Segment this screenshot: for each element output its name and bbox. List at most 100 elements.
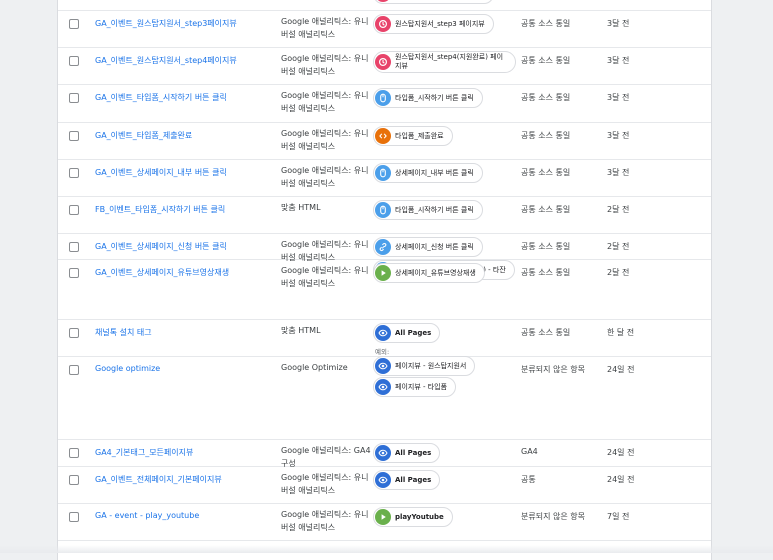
- last-edited: 2달 전: [607, 268, 630, 277]
- tag-folder: 공통 소스 통일: [521, 328, 571, 337]
- tag-name-link[interactable]: Google optimize: [95, 364, 275, 373]
- row-checkbox[interactable]: [69, 93, 79, 103]
- table-row[interactable]: GA_이벤트_상세페이지_유튜브영상재생 Google 애널리틱스: 유니버설 애…: [58, 259, 711, 320]
- tag-folder: 공통: [521, 475, 536, 484]
- tag-folder: 공통 소스 통일: [521, 268, 571, 277]
- trigger-chip[interactable]: All Pages: [373, 470, 441, 490]
- row-checkbox[interactable]: [69, 268, 79, 278]
- trigger-chip[interactable]: 상세페이지_유튜브영상재생: [373, 263, 485, 283]
- table-row[interactable]: GA_이벤트_전체페이지_기본페이지뷰 Google 애널리틱스: 유니버설 애널…: [58, 466, 711, 504]
- tag-name-link[interactable]: GA_이벤트_상세페이지_내부 버튼 클릭: [95, 167, 275, 178]
- table-row[interactable]: Google optimize Google Optimize 분류되지 않은 항목…: [58, 356, 711, 440]
- tag-name-link[interactable]: GA_이벤트_상세페이지_유튜브영상재생: [95, 267, 275, 278]
- tag-type: Google 애널리틱스: 유니 버설 애널리틱스: [281, 52, 373, 78]
- trigger-label: 원스탑지원서_step3 페이지뷰: [395, 19, 485, 28]
- trigger-chip[interactable]: All Pages: [373, 443, 441, 463]
- tag-folder: 공통 소스 통일: [521, 168, 571, 177]
- trigger-chip[interactable]: playYoutube: [373, 507, 453, 527]
- tag-type-line: Google 애널리틱스: 유니: [281, 473, 369, 482]
- trigger-chip[interactable]: 타입폼_시작하기 버튼 클릭: [373, 200, 483, 220]
- tag-name-link[interactable]: GA_이벤트_타입폼_제출완료: [95, 130, 275, 141]
- row-checkbox[interactable]: [69, 328, 79, 338]
- tag-type-line: 버설 애널리틱스: [281, 104, 336, 113]
- tag-name-link[interactable]: GA_이벤트_전체페이지_기본페이지뷰: [95, 474, 275, 485]
- trigger-chip[interactable]: 타입폼_시작하기 버튼 클릭: [373, 88, 483, 108]
- last-edited: 2달 전: [607, 205, 630, 214]
- tag-folder: 공통 소스 통일: [521, 19, 571, 28]
- last-edited: 7일 전: [607, 512, 630, 521]
- tag-type: 맞춤 HTML: [281, 201, 373, 214]
- table-row[interactable]: GA_이벤트_타입폼_제출완료 Google 애널리틱스: 유니 버설 애널리틱스 타…: [58, 122, 711, 160]
- trigger-chip[interactable]: 상세페이지_내부 버튼 클릭: [373, 163, 483, 183]
- tag-type-line: Google 애널리틱스: 유니: [281, 91, 369, 100]
- table-row[interactable]: GA - event - play_youtube Google 애널리틱스: 유…: [58, 503, 711, 541]
- tag-name-link[interactable]: GA_이벤트_원스탑지원서_step3페이지뷰: [95, 18, 275, 29]
- tag-type: Google Optimize: [281, 361, 373, 374]
- trigger-label: 상세페이지_내부 버튼 클릭: [395, 168, 474, 177]
- tag-name-link[interactable]: GA_이벤트_원스탑지원서_step4페이지뷰: [95, 55, 275, 66]
- row-checkbox[interactable]: [69, 19, 79, 29]
- link-icon: [375, 239, 391, 255]
- tag-name-link[interactable]: GA - event - play_youtube: [95, 511, 275, 520]
- tag-type: Google 애널리틱스: 유니버설 애널리틱스: [281, 264, 373, 290]
- row-checkbox[interactable]: [69, 56, 79, 66]
- tag-name-link[interactable]: GA4_기본태그_모든페이지뷰: [95, 447, 275, 458]
- tag-type: Google 애널리틱스: 유니버설 애널리틱스: [281, 471, 373, 497]
- history-icon: [375, 54, 391, 70]
- trigger-chip[interactable]: 상세페이지_신청 버튼 클릭: [373, 237, 483, 257]
- trigger-chip[interactable]: 원스탑지원서_step4(지원완료) 페이지뷰: [373, 51, 516, 73]
- trigger-label: 원스탑지원서_step4(지원완료) 페이지뷰: [395, 53, 504, 70]
- eye-icon: [375, 472, 391, 488]
- bottom-edge-shadow: [0, 545, 773, 553]
- tag-type-line: 맞춤 HTML: [281, 326, 321, 335]
- tag-folder: 공통 소스 통일: [521, 93, 571, 102]
- trigger-chip[interactable]: 타입폼_제출완료: [373, 126, 453, 146]
- mouse-icon: [375, 90, 391, 106]
- tag-type-line: Google Optimize: [281, 363, 348, 372]
- tag-type-line: Google 애널리틱스: 유니: [281, 129, 369, 138]
- row-checkbox[interactable]: [69, 168, 79, 178]
- row-checkbox[interactable]: [69, 448, 79, 458]
- tag-type-line: Google 애널리틱스: 유니: [281, 266, 369, 275]
- table-row[interactable]: GA_이벤트_상세페이지_내부 버튼 클릭 Google 애널리틱스: 유니버설 …: [58, 159, 711, 197]
- trigger-chip[interactable]: 원스탑지원서_step3 페이지뷰: [373, 14, 494, 34]
- row-checkbox[interactable]: [69, 205, 79, 215]
- tag-type-line: 버설 애널리틱스: [281, 30, 336, 39]
- row-checkbox[interactable]: [69, 475, 79, 485]
- row-checkbox[interactable]: [69, 242, 79, 252]
- trigger-label: 타입폼_시작하기 버튼 클릭: [395, 205, 474, 214]
- tag-type-line: Google 애널리틱스: 유니: [281, 166, 369, 175]
- last-edited: 3달 전: [607, 93, 630, 102]
- tag-name-link[interactable]: GA_이벤트_타입폼_시작하기 버튼 클릭: [95, 92, 275, 103]
- tag-folder: GA4: [521, 447, 538, 456]
- tag-type-line: 버설 애널리틱스: [281, 523, 336, 532]
- tags-table: GA_이벤트_원스탑지원서_step2페이지뷰버설 애널리틱스원스탑지원서_st…: [57, 0, 712, 560]
- tag-type: Google 애널리틱스: 유니 버설 애널리틱스: [281, 508, 373, 534]
- tag-type-line: Google 애널리틱스: 유니: [281, 240, 369, 249]
- row-checkbox[interactable]: [69, 131, 79, 141]
- tag-name-link[interactable]: FB_이벤트_타입폼_시작하기 버튼 클릭: [95, 204, 275, 215]
- tag-folder: 공통 소스 통일: [521, 131, 571, 140]
- table-row[interactable]: 채널톡 설치 태그 맞춤 HTML All Pages 예외: 페이지뷰 - 원스탑지원…: [58, 319, 711, 397]
- trigger-chip[interactable]: All Pages: [373, 323, 441, 343]
- tag-type: 맞춤 HTML: [281, 324, 373, 337]
- row-checkbox[interactable]: [69, 512, 79, 522]
- tag-name-link[interactable]: 채널톡 설치 태그: [95, 327, 275, 338]
- trigger-label: 상세페이지_신청 버튼 클릭: [395, 242, 474, 251]
- play-icon: [375, 265, 391, 281]
- table-row[interactable]: FB_이벤트_타입폼_시작하기 버튼 클릭 맞춤 HTML 타입폼_시작하기 버튼 …: [58, 196, 711, 234]
- eye-icon: [375, 325, 391, 341]
- tag-folder: 공통 소스 통일: [521, 205, 571, 214]
- tag-type-line: 버설 애널리틱스: [281, 486, 336, 495]
- tag-name-link[interactable]: GA_이벤트_상세페이지_신청 버튼 클릭: [95, 241, 275, 252]
- tag-type-line: 버설 애널리틱스: [281, 179, 336, 188]
- trigger-chip[interactable]: 원스탑지원서_step2 페이지뷰: [373, 0, 494, 4]
- table-row[interactable]: GA_이벤트_원스탑지원서_step4페이지뷰 Google 애널리틱스: 유니 버…: [58, 47, 711, 85]
- table-row[interactable]: GA_이벤트_타입폼_시작하기 버튼 클릭 Google 애널리틱스: 유니버설 …: [58, 84, 711, 123]
- table-row[interactable]: GA_이벤트_원스탑지원서_step3페이지뷰 Google 애널리틱스: 유니 버…: [58, 10, 711, 48]
- table-row[interactable]: GA4_기본태그_모든페이지뷰 Google 애널리틱스: GA4 구성 All Pa…: [58, 439, 711, 468]
- row-checkbox[interactable]: [69, 365, 79, 375]
- last-edited: 3달 전: [607, 19, 630, 28]
- tag-type-line: 버설 애널리틱스: [281, 279, 336, 288]
- table-row[interactable]: GA_이벤트_상세페이지_신청 버튼 클릭 Google 애널리틱스: 유니 버설 …: [58, 233, 711, 280]
